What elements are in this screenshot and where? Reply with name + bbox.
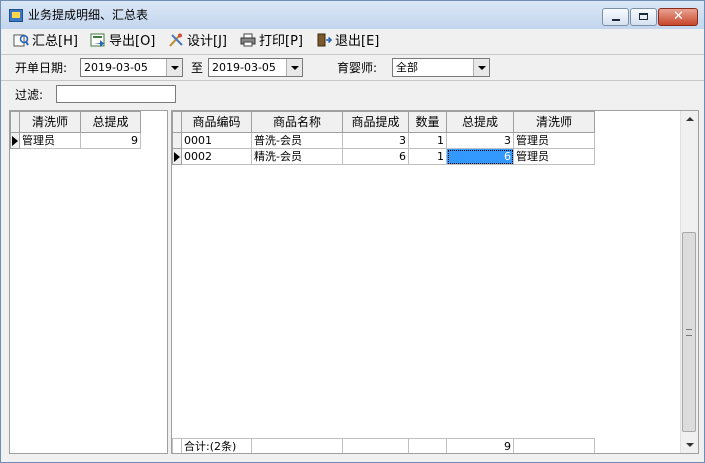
vertical-scrollbar[interactable]: [680, 111, 698, 453]
column-header[interactable]: 清洗师: [513, 111, 595, 133]
row-indicator-header: [172, 111, 182, 133]
nanny-select[interactable]: 全部: [392, 58, 490, 77]
chevron-down-icon[interactable]: [473, 59, 489, 76]
table-row[interactable]: 管理员 9: [10, 132, 141, 149]
date-filter-row: 开单日期: 2019-03-05 至 2019-03-05 育婴师: 全部: [1, 56, 704, 80]
exit-button[interactable]: 退出[E]: [316, 33, 379, 51]
column-header[interactable]: 总提成: [446, 111, 514, 133]
name-cell[interactable]: 精洗-会员: [251, 148, 343, 165]
total-cell[interactable]: 3: [446, 132, 514, 149]
code-cell[interactable]: 0002: [181, 148, 252, 165]
nanny-value: 全部: [396, 61, 418, 74]
cleaner-cell[interactable]: 管理员: [513, 132, 595, 149]
scroll-down-icon[interactable]: [681, 436, 698, 453]
total-cell[interactable]: 9: [80, 132, 141, 149]
column-header[interactable]: 商品名称: [251, 111, 343, 133]
current-row-icon: [10, 132, 20, 149]
design-button[interactable]: 设计[J]: [168, 33, 227, 51]
to-label: 至: [191, 61, 204, 75]
detail-grid: 商品编码 商品名称 商品提成 数量 总提成 清洗师 0001 普洗-会员 3 1…: [171, 110, 699, 454]
print-button[interactable]: 打印[P]: [240, 33, 303, 51]
design-icon: [168, 33, 184, 47]
summary-button[interactable]: 汇总[H]: [13, 33, 78, 51]
print-label: 打印[P]: [259, 34, 303, 49]
column-header[interactable]: 清洗师: [19, 111, 81, 133]
table-row[interactable]: 0002 精洗-会员 6 1 6 管理员: [172, 148, 595, 165]
date-to-value: 2019-03-05: [212, 61, 276, 74]
column-header[interactable]: 商品提成: [342, 111, 409, 133]
footer-row: 合计:(2条) 9: [172, 438, 595, 453]
commission-cell[interactable]: 6: [342, 148, 409, 165]
chevron-down-icon[interactable]: [286, 59, 302, 76]
scroll-thumb[interactable]: [682, 232, 696, 432]
current-row-icon: [172, 148, 182, 165]
commission-cell[interactable]: 3: [342, 132, 409, 149]
printer-icon: [240, 33, 256, 47]
detail-table: 商品编码 商品名称 商品提成 数量 总提成 清洗师 0001 普洗-会员 3 1…: [172, 111, 595, 165]
date-from-picker[interactable]: 2019-03-05: [80, 58, 183, 77]
table-row[interactable]: 0001 普洗-会员 3 1 3 管理员: [172, 132, 595, 149]
nanny-label: 育婴师:: [337, 61, 378, 75]
summary-grid: 清洗师 总提成 管理员 9: [9, 110, 168, 454]
total-cell-selected[interactable]: 6: [446, 148, 514, 165]
scroll-up-icon[interactable]: [681, 111, 698, 128]
summary-header-row: 清洗师 总提成: [10, 111, 141, 133]
column-header[interactable]: 总提成: [80, 111, 141, 133]
exit-label: 退出[E]: [335, 34, 380, 49]
row-indicator-header: [10, 111, 20, 133]
qty-cell[interactable]: 1: [408, 132, 447, 149]
filter-input[interactable]: [56, 85, 176, 103]
window-title: 业务提成明细、汇总表: [28, 8, 149, 22]
app-icon: [9, 9, 23, 22]
close-button[interactable]: ✕: [658, 8, 698, 26]
summary-label: 汇总[H]: [32, 34, 78, 49]
minimize-button[interactable]: [602, 8, 629, 26]
cleaner-cell[interactable]: 管理员: [19, 132, 81, 149]
footer-total: 9: [446, 438, 514, 453]
detail-header-row: 商品编码 商品名称 商品提成 数量 总提成 清洗师: [172, 111, 595, 133]
date-to-picker[interactable]: 2019-03-05: [208, 58, 303, 77]
detail-footer: 合计:(2条) 9: [172, 438, 595, 453]
filter-label: 过滤:: [15, 88, 44, 102]
column-header[interactable]: 数量: [408, 111, 447, 133]
app-window: 业务提成明细、汇总表 ✕ 汇总[H] 导出[O] 设计[J] 打印[P] 退出[…: [0, 0, 705, 463]
chevron-down-icon[interactable]: [166, 59, 182, 76]
design-label: 设计[J]: [187, 34, 227, 49]
maximize-button[interactable]: [630, 8, 657, 26]
cleaner-cell[interactable]: 管理员: [513, 148, 595, 165]
export-label: 导出[O]: [109, 34, 156, 49]
qty-cell[interactable]: 1: [408, 148, 447, 165]
export-button[interactable]: 导出[O]: [90, 33, 155, 51]
column-header[interactable]: 商品编码: [181, 111, 252, 133]
minimize-icon: [612, 19, 620, 21]
footer-count: 合计:(2条): [181, 438, 252, 453]
name-cell[interactable]: 普洗-会员: [251, 132, 343, 149]
date-from-value: 2019-03-05: [84, 61, 148, 74]
maximize-icon: [639, 13, 648, 20]
export-icon: [90, 33, 106, 47]
title-bar: 业务提成明细、汇总表 ✕: [1, 1, 704, 29]
summary-table: 清洗师 总提成 管理员 9: [10, 111, 141, 149]
toolbar-divider: [1, 54, 704, 55]
row-indicator: [172, 132, 182, 149]
exit-door-icon: [316, 33, 333, 47]
code-cell[interactable]: 0001: [181, 132, 252, 149]
close-icon: ✕: [673, 9, 684, 24]
summary-icon: [13, 33, 29, 47]
text-filter-row: 过滤:: [1, 83, 704, 107]
toolbar: 汇总[H] 导出[O] 设计[J] 打印[P] 退出[E]: [1, 30, 704, 54]
date-label: 开单日期:: [15, 61, 68, 75]
filter-divider: [1, 80, 704, 81]
